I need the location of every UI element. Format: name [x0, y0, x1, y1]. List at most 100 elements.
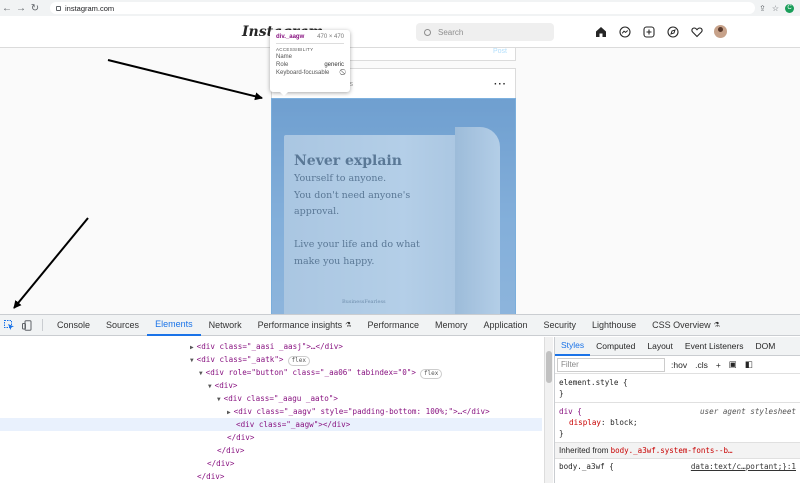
url-text: instagram.com [65, 3, 115, 13]
tab-security[interactable]: Security [536, 315, 585, 336]
element-style-selector: element.style { [559, 378, 628, 387]
post-card: ss ··· Never explain Yourself to anyone.… [271, 68, 516, 320]
collapse-triangle-icon[interactable]: ▼ [199, 370, 203, 377]
inspect-element-icon[interactable] [0, 315, 18, 336]
ua-selector: div { [559, 407, 582, 416]
explore-icon[interactable] [666, 25, 679, 38]
tooltip-key: Name [276, 54, 293, 60]
flex-badge[interactable]: flex [419, 369, 443, 379]
dom-node[interactable]: ▼ <div class="_aatk"> flex [190, 353, 310, 366]
divider [42, 319, 43, 331]
back-icon[interactable]: ← [0, 1, 14, 15]
styles-filter-row: Filter :hov .cls + ▣ ◧ [555, 356, 800, 374]
forward-icon[interactable]: → [14, 1, 28, 15]
search-input[interactable]: Search [416, 23, 554, 41]
instagram-nav [594, 25, 727, 38]
collapse-triangle-icon[interactable]: ▼ [217, 396, 221, 403]
tab-application[interactable]: Application [475, 315, 535, 336]
class-toggle[interactable]: .cls [695, 360, 708, 370]
reload-icon[interactable]: ↻ [28, 1, 42, 15]
address-bar[interactable]: instagram.com [50, 2, 755, 14]
dom-node[interactable]: ▶ <div class="_aasi _aasj">…</div> [190, 340, 343, 353]
inspect-highlight-overlay [272, 99, 515, 319]
tab-lighthouse[interactable]: Lighthouse [584, 315, 644, 336]
profile-avatar[interactable]: C [785, 3, 794, 13]
body-style-rule[interactable]: body._a3wf { data:text/c…portant;}:1 [555, 459, 800, 474]
tab-event-listeners[interactable]: Event Listeners [679, 337, 750, 356]
new-style-rule-button[interactable]: + [716, 360, 721, 370]
tab-styles[interactable]: Styles [555, 337, 591, 356]
devtools-panel: Console Sources Elements Network Perform… [0, 314, 800, 483]
tab-memory[interactable]: Memory [427, 315, 476, 336]
tab-css-overview[interactable]: CSS Overview ⚗ [644, 315, 728, 336]
ua-stylesheet-label: user agent stylesheet [699, 407, 796, 416]
search-placeholder: Search [438, 27, 464, 37]
expand-triangle-icon[interactable]: ▶ [227, 409, 231, 416]
tab-elements[interactable]: Elements [147, 315, 201, 336]
tab-dom-breakpoints[interactable]: DOM [750, 337, 782, 356]
expand-triangle-icon[interactable]: ▶ [190, 344, 194, 351]
new-post-icon[interactable] [642, 25, 655, 38]
dom-node[interactable]: </div> [207, 457, 234, 470]
experiment-icon: ⚗ [713, 322, 720, 329]
tab-sources[interactable]: Sources [98, 315, 147, 336]
dom-node-text: <div class="_aatk"> [196, 355, 284, 364]
dom-node-text: <div class="_aagw"></div> [236, 420, 351, 429]
dom-node[interactable]: </div> [197, 470, 224, 483]
dom-node-text: </div> [217, 446, 245, 455]
inherited-element-link[interactable]: body._a3wf.system-fonts--b… [611, 446, 733, 455]
tooltip-key: Keyboard-focusable [276, 70, 330, 76]
toggle-sidebar-icon[interactable]: ◧ [745, 359, 753, 370]
hover-state-toggle[interactable]: :hov [671, 360, 687, 370]
ua-style-rule[interactable]: user agent stylesheet div { display: bloc… [555, 403, 800, 443]
dom-node[interactable]: ▼ <div> [208, 379, 237, 392]
bookmark-star-icon[interactable]: ☆ [772, 4, 779, 13]
css-value: block [610, 418, 634, 427]
share-icon[interactable]: ⇪ [759, 4, 766, 13]
dom-node[interactable]: ▼ <div class="_aagu _aato"> [217, 392, 338, 405]
tab-network[interactable]: Network [201, 315, 250, 336]
profile-avatar-icon[interactable] [714, 25, 727, 38]
tab-performance-insights[interactable]: Performance insights ⚗ [250, 315, 360, 336]
messenger-icon[interactable] [618, 25, 631, 38]
computed-styles-icon[interactable]: ▣ [729, 359, 737, 370]
inspector-tooltip: div._aagw 470 × 470 ACCESSIBILITY Name R… [270, 30, 350, 96]
more-options-icon[interactable]: ··· [494, 79, 507, 90]
css-property: display [569, 418, 602, 427]
inherited-section: Inherited from body._a3wf.system-fonts--… [555, 443, 800, 459]
post-button[interactable]: Post [493, 48, 507, 55]
tooltip-value: generic [324, 62, 344, 68]
dom-tree: ▶ <div class="_aasi _aasj">…</div> ▼ <div … [0, 337, 544, 483]
dom-node-text: <div class="_aagv" style="padding-bottom… [233, 407, 490, 416]
tab-console[interactable]: Console [49, 315, 98, 336]
home-icon[interactable] [594, 25, 607, 38]
dom-node[interactable]: ▶ <div class="_aagv" style="padding-botto… [227, 405, 490, 418]
collapse-triangle-icon[interactable]: ▼ [208, 383, 212, 390]
styles-filter-input[interactable]: Filter [557, 357, 665, 372]
dom-node-text: <div class="_aasi _aasj">…</div> [196, 342, 343, 351]
instagram-header: Instagram Search [0, 16, 800, 48]
dom-node[interactable]: ▼ <div role="button" class="_aa06" tabind… [199, 366, 443, 379]
dom-node-text: <div class="_aagu _aato"> [223, 394, 338, 403]
dom-node[interactable]: </div> [227, 431, 254, 444]
body-selector: body._a3wf { [559, 462, 614, 471]
rule-close-brace: } [559, 429, 564, 438]
tab-computed[interactable]: Computed [590, 337, 641, 356]
lock-icon [56, 5, 61, 11]
collapse-triangle-icon[interactable]: ▼ [190, 357, 194, 364]
tooltip-section-title: ACCESSIBILITY [276, 43, 344, 52]
dom-scrollbar[interactable] [544, 337, 553, 483]
stylesheet-source-link[interactable]: data:text/c…portant;}:1 [691, 462, 796, 471]
tab-layout[interactable]: Layout [641, 337, 679, 356]
dom-node[interactable]: </div> [217, 444, 244, 457]
tab-performance[interactable]: Performance [359, 315, 427, 336]
flex-badge[interactable]: flex [287, 356, 310, 366]
tooltip-key: Role [276, 62, 289, 68]
tooltip-element-name: div._aagw [276, 34, 305, 40]
device-toolbar-icon[interactable] [18, 315, 36, 336]
dom-node-selected[interactable]: <div class="_aagw"></div> [0, 418, 542, 431]
element-style-rule[interactable]: element.style { } [555, 374, 800, 403]
scrollbar-thumb[interactable] [546, 351, 552, 383]
rule-close-brace: } [559, 389, 564, 398]
heart-icon[interactable] [690, 25, 703, 38]
